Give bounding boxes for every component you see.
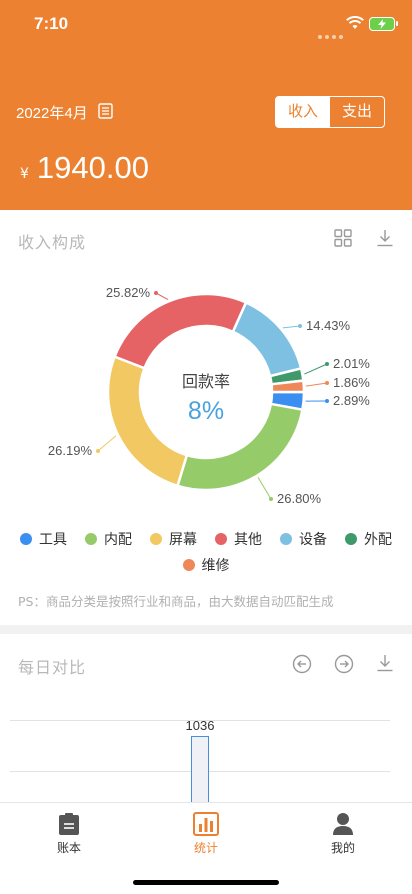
home-indicator (133, 880, 279, 885)
chart-icon (156, 809, 256, 839)
daily-bar[interactable] (191, 736, 209, 802)
slice-label-1: 26.80% (277, 491, 322, 506)
income-expense-toggle[interactable]: 收入 支出 (275, 96, 385, 128)
tab-statistics[interactable]: 统计 (156, 809, 256, 856)
label-leader-1 (257, 477, 272, 500)
label-dot-4 (298, 324, 302, 328)
month-picker[interactable]: 2022年4月 (16, 102, 113, 123)
legend-dot-icon (215, 533, 227, 545)
signal-icon (318, 24, 346, 43)
grid-view-icon[interactable] (334, 229, 352, 251)
daily-bar-label: 1036 (185, 718, 215, 733)
legend-label: 其他 (234, 532, 262, 548)
label-leader-2 (97, 435, 117, 452)
daily-title: 每日对比 (18, 658, 87, 677)
tab-statistics-label: 统计 (193, 841, 218, 855)
label-leader-4 (282, 325, 301, 329)
prev-day-icon[interactable] (292, 654, 312, 678)
donut-center-label: 回款率 (182, 372, 230, 391)
calendar-icon[interactable] (98, 102, 113, 123)
currency-symbol: ¥ (20, 166, 29, 182)
legend-item-4[interactable]: 设备 (280, 526, 327, 552)
legend-dot-icon (280, 533, 292, 545)
legend-item-6[interactable]: 维修 (182, 552, 230, 578)
next-day-icon[interactable] (334, 654, 354, 678)
legend-label: 屏幕 (169, 532, 197, 548)
legend-dot-icon (182, 559, 195, 571)
label-leader-5 (304, 363, 328, 375)
label-dot-5 (325, 362, 329, 366)
tab-ledger-label: 账本 (56, 841, 81, 855)
amount-value: 1940.00 (36, 150, 149, 185)
status-time: 7:10 (34, 14, 69, 33)
daily-download-icon[interactable] (376, 654, 394, 676)
battery-icon (369, 17, 398, 31)
legend-item-5[interactable]: 外配 (345, 526, 392, 552)
tab-income[interactable]: 收入 (276, 97, 330, 127)
label-leader-3 (155, 292, 169, 300)
donut-slice-3[interactable] (112, 292, 248, 370)
header: 7:10 2022年4月 收入 支出 ¥ 1940.00 (0, 0, 412, 210)
legend-dot-icon (85, 533, 97, 545)
legend-label: 工具 (39, 532, 67, 548)
composition-title: 收入构成 (18, 233, 87, 252)
donut-chart: 2.89%26.80%26.19%25.82%14.43%2.01%1.86% … (48, 285, 370, 506)
tab-profile-label: 我的 (330, 841, 355, 855)
status-bar: 7:10 (0, 0, 412, 50)
legend-item-3[interactable]: 其他 (215, 526, 262, 552)
legend-dot-icon (150, 533, 162, 545)
ledger-icon (19, 809, 119, 839)
tab-profile[interactable]: 我的 (293, 809, 393, 856)
month-label: 2022年4月 (16, 105, 88, 122)
tab-expense[interactable]: 支出 (330, 97, 384, 127)
label-dot-3 (154, 291, 158, 295)
legend-label: 设备 (299, 532, 327, 548)
slice-label-5: 2.01% (333, 356, 370, 371)
legend-label: 内配 (104, 532, 132, 548)
category-note: PS：商品分类是按照行业和商品，由大数据自动匹配生成 (18, 594, 334, 609)
income-composition-card: 收入构成 2.89% 26.80% 26.19% 25.82% 14.43% 2.01% 1… (0, 210, 412, 625)
daily-comparison-card: 每日对比 1036 (0, 634, 412, 804)
label-dot-2 (96, 449, 100, 453)
legend-dot-icon (20, 533, 32, 545)
label-leader-6 (305, 382, 328, 387)
donut-center-value: 8% (188, 397, 224, 425)
chart-legend: 工具 内配 屏幕 其他 设备 外配维修 (0, 526, 412, 578)
legend-label: 外配 (364, 532, 392, 548)
donut-slice-2[interactable] (106, 354, 189, 488)
total-amount: ¥ 1940.00 (20, 150, 149, 186)
slice-label-4: 14.43% (306, 318, 351, 333)
wifi-icon (346, 15, 364, 34)
slice-label-2: 26.19% (48, 443, 93, 458)
legend-item-1[interactable]: 内配 (85, 526, 132, 552)
download-icon[interactable] (376, 229, 394, 251)
user-icon (293, 809, 393, 839)
legend-item-2[interactable]: 屏幕 (150, 526, 197, 552)
legend-item-0[interactable]: 工具 (20, 526, 67, 552)
slice-label-6: 1.86% (333, 375, 370, 390)
legend-dot-icon (345, 533, 357, 545)
slice-label-0: 2.89% (333, 393, 370, 408)
legend-label: 维修 (201, 558, 230, 574)
slice-label-3: 25.82% (106, 285, 151, 300)
label-dot-1 (269, 497, 273, 501)
donut-slice-4[interactable] (231, 300, 303, 378)
tab-ledger[interactable]: 账本 (19, 809, 119, 856)
label-dot-6 (325, 381, 329, 385)
label-dot-0 (325, 399, 329, 403)
